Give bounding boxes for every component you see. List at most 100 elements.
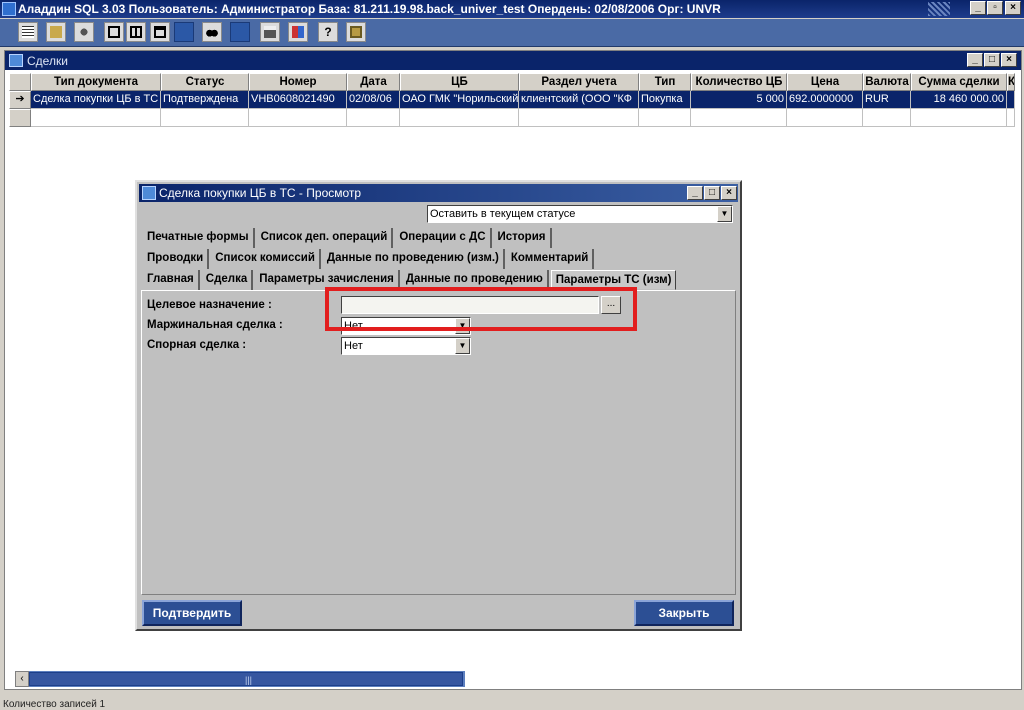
settings-icon[interactable]: [346, 22, 366, 42]
table-cell: [787, 109, 863, 127]
row-pointer-arrow-icon: ➔: [9, 91, 31, 109]
close-dialog-icon[interactable]: ×: [721, 186, 737, 200]
blank-icon-2[interactable]: [230, 22, 250, 42]
table-cell: RUR: [863, 91, 911, 109]
chevron-down-icon[interactable]: ▼: [455, 338, 470, 354]
minimize-dialog-icon[interactable]: _: [687, 186, 703, 200]
close-app-icon[interactable]: ×: [1005, 1, 1021, 15]
table-cell: клиентский (ООО "КФ: [519, 91, 639, 109]
purpose-label: Целевое назначение :: [147, 299, 272, 311]
column-header[interactable]: Статус: [161, 73, 249, 91]
table-cell: Покупка: [639, 91, 691, 109]
status-action-select[interactable]: Оставить в текущем статусе ▼: [427, 205, 733, 223]
column-header[interactable]: Раздел учета: [519, 73, 639, 91]
deal-view-dialog: Сделка покупки ЦБ в ТС - Просмотр _ □ × …: [135, 180, 742, 631]
tab-cash-operations[interactable]: Операции с ДС: [395, 228, 492, 248]
table-cell: [691, 109, 787, 127]
restore-app-icon[interactable]: ▫: [987, 1, 1003, 15]
table-cell: [639, 109, 691, 127]
filter-icon[interactable]: [46, 22, 66, 42]
row-indicator-header: [9, 73, 31, 91]
column-header[interactable]: Тип: [639, 73, 691, 91]
tab-commissions[interactable]: Список комиссий: [211, 249, 321, 269]
margin-deal-label: Маржинальная сделка :: [147, 319, 283, 331]
table-cell: [31, 109, 161, 127]
column-header[interactable]: Номер: [249, 73, 347, 91]
column-header[interactable]: Сумма сделки: [911, 73, 1007, 91]
tab-print-forms[interactable]: Печатные формы: [143, 228, 255, 248]
column-header[interactable]: ЦБ: [400, 73, 519, 91]
scroll-left-icon[interactable]: ‹: [15, 671, 29, 687]
tab-comment[interactable]: Комментарий: [507, 249, 595, 269]
table-cell: 18 460 000.00: [911, 91, 1007, 109]
table-cell: Подтверждена: [161, 91, 249, 109]
column-header[interactable]: Количество ЦБ: [691, 73, 787, 91]
minimize-deals-icon[interactable]: _: [967, 53, 983, 67]
minimize-app-icon[interactable]: _: [970, 1, 986, 15]
column-header[interactable]: Тип документа: [31, 73, 161, 91]
printer-icon[interactable]: [260, 22, 280, 42]
table-cell: 5 000: [691, 91, 787, 109]
status-action-value: Оставить в текущем статусе: [430, 208, 576, 220]
disputed-deal-value: Нет: [344, 340, 363, 352]
main-toolbar: ?: [0, 19, 1024, 47]
column-header[interactable]: Дата: [347, 73, 400, 91]
deals-window-title: Сделки: [27, 54, 68, 68]
table-cell: [863, 109, 911, 127]
tab-main[interactable]: Главная: [143, 270, 200, 290]
table-cell: Сделка покупки ЦБ в ТС: [31, 91, 161, 109]
tab-row-2: Проводки Список комиссий Данные по прове…: [143, 249, 596, 269]
close-deals-icon[interactable]: ×: [1001, 53, 1017, 67]
tab-row-1: Печатные формы Список деп. операций Опер…: [143, 228, 554, 248]
app-logo-icon: [2, 2, 16, 16]
tab-history[interactable]: История: [494, 228, 552, 248]
table-cell: [161, 109, 249, 127]
app-title: Аладдин SQL 3.03 Пользователь: Администр…: [18, 2, 721, 16]
dialog-icon: [142, 186, 156, 200]
tab-postings[interactable]: Проводки: [143, 249, 210, 269]
table-cell: 692.0000000: [787, 91, 863, 109]
table-cell: [1007, 109, 1015, 127]
tile-icon[interactable]: [126, 22, 146, 42]
table-row[interactable]: ➔ Сделка покупки ЦБ в ТС Подтверждена VH…: [9, 91, 1015, 109]
maximize-dialog-icon[interactable]: □: [704, 186, 720, 200]
chevron-down-icon[interactable]: ▼: [717, 206, 732, 222]
table-cell: [249, 109, 347, 127]
confirm-button[interactable]: Подтвердить: [142, 600, 242, 626]
users-icon[interactable]: [74, 22, 94, 42]
title-grip-decoration: [928, 2, 950, 16]
table-cell: [911, 109, 1007, 127]
table-cell: [519, 109, 639, 127]
column-header[interactable]: Валюта: [863, 73, 911, 91]
table-cell: [400, 109, 519, 127]
maximize-deals-icon[interactable]: □: [984, 53, 1000, 67]
table-cell: 02/08/06: [347, 91, 400, 109]
cascade-icon[interactable]: [150, 22, 170, 42]
table-cell: [1007, 91, 1015, 109]
tree-icon[interactable]: [288, 22, 308, 42]
report-icon[interactable]: [18, 22, 38, 42]
column-header[interactable]: К: [1007, 73, 1015, 91]
blank-icon[interactable]: [174, 22, 194, 42]
column-header[interactable]: Цена: [787, 73, 863, 91]
disputed-deal-label: Спорная сделка :: [147, 339, 247, 351]
binoculars-icon[interactable]: [202, 22, 222, 42]
tab-execution-data-edit[interactable]: Данные по проведению (изм.): [323, 249, 505, 269]
status-bar: Количество записей 1: [0, 700, 1024, 710]
help-icon[interactable]: ?: [318, 22, 338, 42]
tab-depository-operations[interactable]: Список деп. операций: [257, 228, 394, 248]
row-indicator: [9, 109, 31, 127]
table-cell: ОАО ГМК "Норильский: [400, 91, 519, 109]
single-window-icon[interactable]: [104, 22, 124, 42]
dialog-title-bar: Сделка покупки ЦБ в ТС - Просмотр _ □ ×: [139, 184, 738, 202]
table-row-empty[interactable]: [9, 109, 1015, 127]
scrollbar-grip-icon: |||: [245, 675, 253, 685]
horizontal-scrollbar[interactable]: ‹ |||: [15, 671, 1019, 687]
annotation-highlight-box: [325, 287, 637, 331]
disputed-deal-select[interactable]: Нет ▼: [341, 337, 471, 355]
tab-deal[interactable]: Сделка: [202, 270, 254, 290]
deals-grid-header: Тип документа Статус Номер Дата ЦБ Разде…: [9, 73, 1015, 91]
close-button[interactable]: Закрыть: [634, 600, 734, 626]
deals-window-title-bar: Сделки _ □ ×: [5, 51, 1021, 70]
dialog-title: Сделка покупки ЦБ в ТС - Просмотр: [159, 186, 362, 200]
